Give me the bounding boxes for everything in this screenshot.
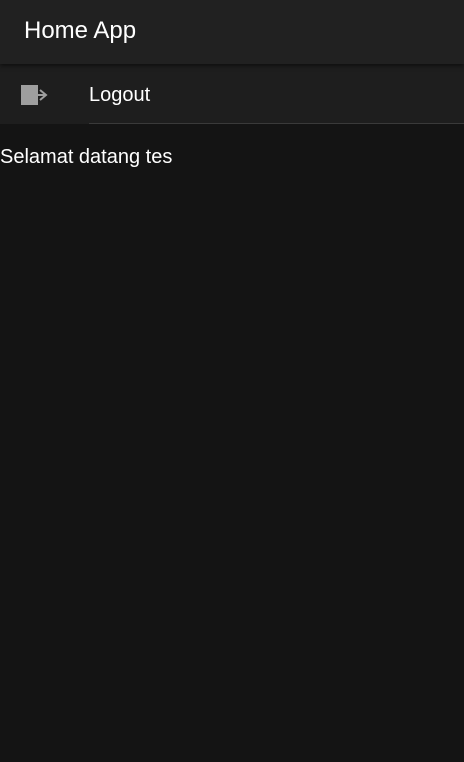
- app-title: Home App: [24, 17, 137, 44]
- logout-menu-item[interactable]: Logout: [0, 64, 464, 124]
- logout-icon: [19, 83, 49, 107]
- app-bar: Home App: [0, 0, 464, 64]
- welcome-text: Selamat datang tes: [0, 146, 173, 168]
- app-root: Home App Logout Selamat datang tes: [0, 0, 464, 762]
- logout-label: Logout: [89, 84, 151, 106]
- menu-divider: [89, 123, 464, 124]
